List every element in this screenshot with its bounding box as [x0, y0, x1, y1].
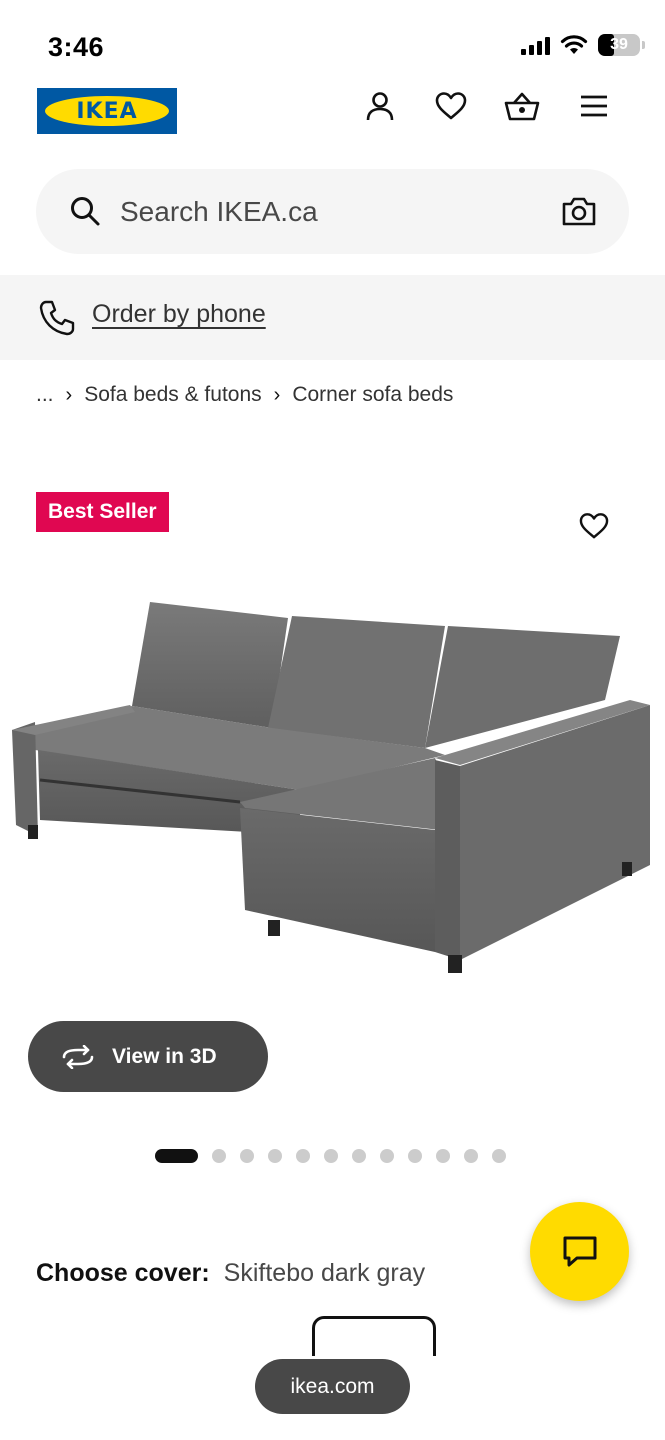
- cover-swatch-selected[interactable]: [312, 1316, 436, 1356]
- image-carousel-indicators: [155, 1149, 506, 1163]
- battery-icon: 39: [598, 34, 640, 56]
- carousel-dot[interactable]: [380, 1149, 394, 1163]
- status-icons: 39: [521, 34, 645, 56]
- shopping-basket-icon[interactable]: [504, 88, 540, 124]
- logo-text: IKEA: [76, 98, 138, 124]
- carousel-dot[interactable]: [212, 1149, 226, 1163]
- breadcrumb-item[interactable]: Sofa beds & futons: [84, 383, 261, 407]
- best-seller-badge: Best Seller: [36, 492, 169, 532]
- carousel-dot[interactable]: [436, 1149, 450, 1163]
- camera-icon[interactable]: [561, 195, 597, 227]
- choose-cover: Choose cover: Skiftebo dark gray: [36, 1259, 425, 1288]
- breadcrumb: ... › Sofa beds & futons › Corner sofa b…: [36, 383, 453, 407]
- carousel-dot[interactable]: [268, 1149, 282, 1163]
- breadcrumb-item[interactable]: Corner sofa beds: [292, 383, 453, 407]
- search-bar[interactable]: [36, 169, 629, 254]
- breadcrumb-separator: ›: [273, 383, 281, 406]
- carousel-dot-active[interactable]: [155, 1149, 198, 1163]
- search-input[interactable]: [120, 169, 540, 254]
- carousel-dot[interactable]: [296, 1149, 310, 1163]
- view-in-3d-label: View in 3D: [112, 1044, 217, 1068]
- person-icon[interactable]: [362, 88, 398, 124]
- carousel-dot[interactable]: [352, 1149, 366, 1163]
- search-icon[interactable]: [68, 194, 102, 228]
- carousel-dot[interactable]: [408, 1149, 422, 1163]
- chat-bubble-icon: [563, 1236, 596, 1266]
- cover-value: Skiftebo dark gray: [223, 1259, 426, 1287]
- heart-icon[interactable]: [433, 88, 469, 124]
- battery-cap: [642, 41, 645, 49]
- menu-icon[interactable]: [576, 88, 612, 124]
- breadcrumb-item[interactable]: ...: [36, 383, 54, 407]
- status-time: 3:46: [48, 32, 105, 62]
- order-by-phone-banner: Order by phone: [0, 275, 665, 360]
- phone-icon: [39, 300, 75, 336]
- carousel-dot[interactable]: [492, 1149, 506, 1163]
- cover-label: Choose cover:: [36, 1259, 210, 1287]
- browser-url-pill[interactable]: ikea.com: [255, 1359, 410, 1414]
- ikea-logo[interactable]: IKEA: [37, 88, 177, 134]
- chat-button[interactable]: [530, 1202, 629, 1301]
- cellular-signal-icon: [521, 35, 550, 55]
- carousel-dot[interactable]: [324, 1149, 338, 1163]
- product-image[interactable]: [0, 580, 665, 1000]
- add-to-favourites-button[interactable]: [575, 508, 613, 544]
- logo-oval: IKEA: [45, 96, 169, 126]
- breadcrumb-separator: ›: [65, 383, 73, 406]
- heart-icon: [579, 513, 609, 539]
- site-header: IKEA: [0, 86, 665, 136]
- battery-percentage: 39: [610, 36, 628, 53]
- status-bar: 3:46 39: [0, 0, 665, 80]
- carousel-dot[interactable]: [240, 1149, 254, 1163]
- wifi-icon: [560, 35, 588, 54]
- carousel-dot[interactable]: [464, 1149, 478, 1163]
- rotate-3d-icon: [62, 1044, 94, 1069]
- order-by-phone-link[interactable]: Order by phone: [92, 300, 266, 329]
- view-in-3d-button[interactable]: View in 3D: [28, 1021, 268, 1092]
